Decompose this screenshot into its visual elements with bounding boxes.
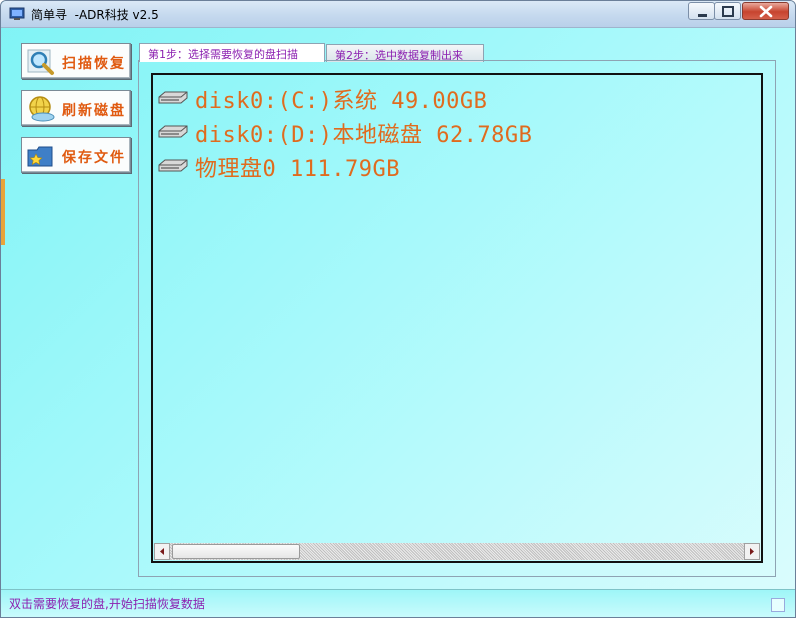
minimize-icon: [698, 14, 707, 17]
arrow-right-icon: [750, 548, 754, 555]
refresh-disk-button[interactable]: 刷新磁盘: [21, 90, 131, 126]
status-bar: 双击需要恢复的盘,开始扫描恢复数据: [1, 589, 795, 617]
maximize-icon: [722, 6, 734, 17]
status-text: 双击需要恢复的盘,开始扫描恢复数据: [9, 597, 205, 611]
magnifier-icon: [27, 49, 54, 75]
app-icon: [9, 7, 25, 20]
scroll-thumb[interactable]: [172, 544, 300, 559]
globe-refresh-icon: [29, 96, 55, 122]
refresh-disk-label: 刷新磁盘: [62, 103, 126, 119]
horizontal-scrollbar[interactable]: [154, 543, 760, 560]
disk-label: disk0:(D:)本地磁盘 62.78GB: [195, 123, 533, 148]
disk-label: disk0:(C:)系统 49.00GB: [195, 89, 488, 114]
scan-recover-button[interactable]: 扫描恢复: [21, 43, 131, 79]
window-title: 简单寻 -ADR科技 v2.5: [31, 8, 159, 22]
tab-step1[interactable]: 第1步：选择需要恢复的盘扫描: [139, 43, 325, 62]
app-window: 简单寻 -ADR科技 v2.5 扫描恢复 刷新磁盘 保存文件 第1步：选择需要恢…: [0, 0, 796, 618]
disk-list[interactable]: disk0:(C:)系统 49.00GB disk0:(D:)本地磁盘 62.7…: [151, 73, 763, 563]
hard-drive-icon: [158, 91, 188, 104]
save-file-button[interactable]: 保存文件: [21, 137, 131, 173]
close-icon: [759, 5, 773, 18]
scan-recover-label: 扫描恢复: [62, 56, 126, 72]
arrow-left-icon: [160, 548, 164, 555]
resize-grip[interactable]: [771, 598, 785, 612]
scroll-right-button[interactable]: [744, 543, 760, 560]
folder-star-icon: [27, 146, 53, 167]
window-edge-marker: [1, 179, 5, 245]
hard-drive-icon: [158, 159, 188, 172]
title-bar[interactable]: 简单寻 -ADR科技 v2.5: [1, 1, 795, 28]
maximize-button[interactable]: [714, 2, 741, 20]
minimize-button[interactable]: [688, 2, 715, 20]
save-file-label: 保存文件: [62, 150, 126, 166]
disk-label: 物理盘0 111.79GB: [195, 157, 400, 182]
close-button[interactable]: [742, 2, 789, 20]
hard-drive-icon: [158, 125, 188, 138]
scroll-left-button[interactable]: [154, 543, 170, 560]
